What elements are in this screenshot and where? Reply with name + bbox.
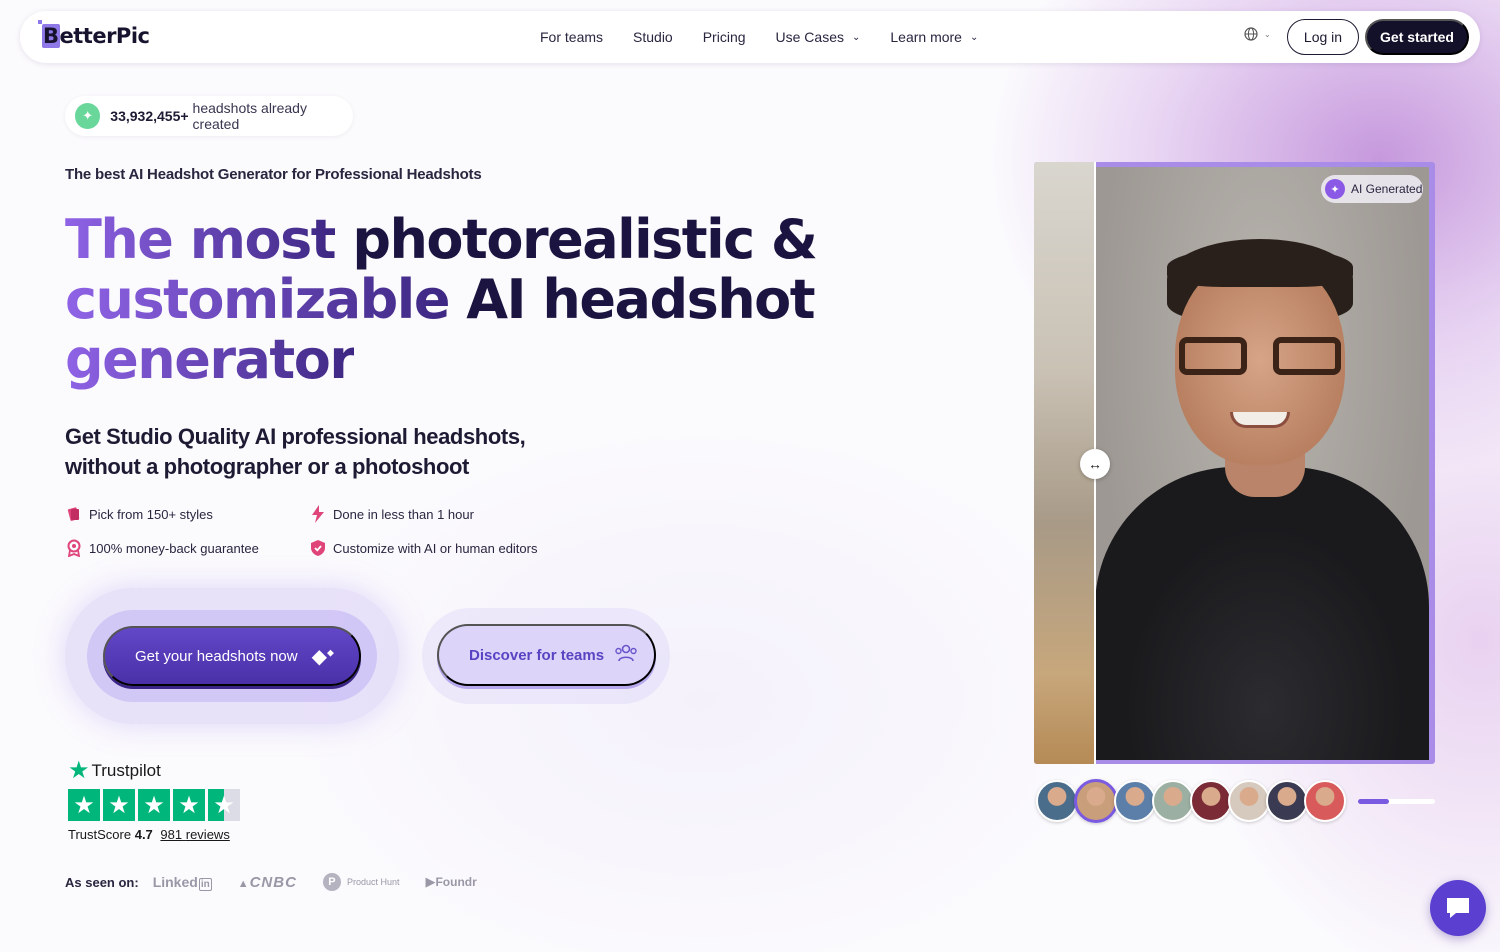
feature-speed: Done in less than 1 hour — [309, 505, 474, 523]
arrows-horizontal-icon: ↔ — [1088, 456, 1102, 472]
as-seen-on-label: As seen on: — [65, 874, 139, 890]
headline-line3-accent: generator — [65, 328, 356, 391]
language-selector[interactable]: ⌄ — [1244, 27, 1271, 41]
rating-star-icon: ★ — [138, 789, 170, 821]
rating-star-icon: ★ — [103, 789, 135, 821]
palette-icon — [65, 505, 83, 523]
headshot-thumbnails — [1036, 779, 1346, 823]
discover-teams-label: Discover for teams — [469, 646, 605, 664]
chat-support-button[interactable] — [1430, 880, 1486, 936]
headshot-thumbnail[interactable] — [1190, 780, 1232, 822]
sparkle-diamond-icon: ◆◆ — [311, 645, 334, 668]
trustpilot-star-icon: ★ — [68, 757, 90, 784]
feature-guarantee-label: 100% money-back guarantee — [89, 540, 259, 556]
linkedin-logo-text: Linked — [152, 874, 198, 890]
headshot-thumbnail[interactable] — [1228, 780, 1270, 822]
headshots-counter-pill: ✦ 33,932,455+ headshots already created — [65, 96, 353, 136]
globe-icon — [1244, 27, 1258, 41]
nav-studio[interactable]: Studio — [633, 29, 673, 45]
nav-links: For teams Studio Pricing Use Cases ⌄ Lea… — [540, 11, 1008, 63]
lightning-icon — [309, 505, 327, 523]
feature-styles: Pick from 150+ styles — [65, 505, 213, 523]
reviews-label: reviews — [185, 827, 230, 842]
subheadline-line2: without a photographer or a photoshoot — [65, 454, 469, 479]
hero-subheadline: Get Studio Quality AI professional heads… — [65, 422, 585, 482]
get-headshots-label: Get your headshots now — [135, 647, 298, 665]
cnbc-logo-text: CNBC — [249, 873, 297, 891]
betterpic-logo[interactable]: BetterPic — [38, 20, 150, 52]
hero-eyebrow: The best AI Headshot Generator for Profe… — [65, 166, 482, 183]
headshot-thumbnail[interactable] — [1152, 780, 1194, 822]
linkedin-logo: Linked in — [152, 874, 212, 891]
nav-learn-more-label: Learn more — [890, 29, 962, 45]
nav-use-cases-dropdown[interactable]: Use Cases ⌄ — [776, 29, 861, 45]
login-button[interactable]: Log in — [1287, 19, 1359, 55]
ai-generated-photo — [1095, 167, 1429, 760]
trustpilot-rating-stars: ★ ★ ★ ★ ★ — [68, 789, 243, 821]
sparkle-icon: ✦ — [1325, 179, 1345, 199]
headline-line1-accent: The most — [65, 208, 337, 271]
trustscore-line: TrustScore 4.7 981 reviews — [68, 827, 243, 842]
logo-text-rest: etterPic — [59, 24, 150, 48]
product-hunt-logo-text: Product Hunt — [346, 877, 400, 887]
trustscore-value: 4.7 — [134, 827, 153, 842]
trustpilot-brand: Trustpilot — [91, 760, 161, 780]
rating-half-star-icon: ★ — [208, 789, 240, 821]
headshot-thumbnail[interactable] — [1074, 779, 1118, 823]
chat-bubble-icon — [1447, 898, 1469, 918]
product-hunt-logo: P Product Hunt — [322, 873, 400, 891]
team-people-icon — [614, 643, 638, 668]
trustpilot-logo: ★ Trustpilot — [68, 756, 243, 785]
headshots-count: 33,932,455+ — [110, 108, 189, 124]
foundr-logo-text: Foundr — [435, 875, 477, 889]
trustscore-label: TrustScore — [68, 827, 132, 842]
feature-speed-label: Done in less than 1 hour — [333, 506, 474, 522]
headshots-count-text: headshots already created — [192, 100, 307, 132]
headline-line2-accent: customizable — [65, 268, 450, 331]
comparison-slider-handle[interactable]: ↔ — [1080, 449, 1110, 479]
trustpilot-widget[interactable]: ★ Trustpilot ★ ★ ★ ★ ★ TrustScore 4.7 98… — [68, 756, 243, 842]
subheadline-line1: Get Studio Quality AI professional heads… — [65, 424, 526, 449]
hero-headline: The most photorealistic & customizable A… — [65, 210, 885, 390]
headshot-thumbnail[interactable] — [1036, 780, 1078, 822]
feature-guarantee: 100% money-back guarantee — [65, 539, 259, 557]
chevron-down-icon: ⌄ — [969, 31, 979, 43]
headshot-thumbnail[interactable] — [1304, 780, 1346, 822]
award-ribbon-icon — [65, 539, 83, 557]
ai-generated-label: AI Generated — [1351, 182, 1423, 196]
headline-line2-rest: AI headshot — [448, 268, 815, 331]
carousel-progress — [1358, 799, 1435, 804]
ai-generated-badge: ✦ AI Generated — [1321, 175, 1423, 203]
nav-pricing[interactable]: Pricing — [703, 29, 746, 45]
rating-star-icon: ★ — [68, 789, 100, 821]
feature-styles-label: Pick from 150+ styles — [89, 506, 213, 522]
reviews-count: 981 — [160, 827, 183, 842]
headline-line1-rest: photorealistic & — [335, 208, 818, 271]
chevron-down-icon: ⌄ — [851, 31, 861, 43]
feature-editing-label: Customize with AI or human editors — [333, 540, 538, 556]
as-seen-on-bar: As seen on: Linked in ▲CNBC P Product Hunt… — [65, 872, 503, 892]
foundr-logo: ▶Foundr — [425, 874, 477, 889]
nav-use-cases-label: Use Cases — [775, 29, 844, 45]
nav-learn-more-dropdown[interactable]: Learn more ⌄ — [890, 29, 978, 45]
shield-check-icon — [309, 539, 327, 557]
get-headshots-button[interactable]: Get your headshots now ◆◆ — [103, 626, 361, 686]
discover-teams-button[interactable]: Discover for teams — [437, 624, 656, 686]
rating-star-icon: ★ — [173, 789, 205, 821]
cnbc-logo: ▲CNBC — [237, 873, 297, 891]
trustpilot-reviews-link[interactable]: 981 reviews — [160, 827, 229, 842]
nav-for-teams[interactable]: For teams — [540, 29, 603, 45]
feature-editing: Customize with AI or human editors — [309, 539, 537, 557]
headshot-thumbnail[interactable] — [1114, 780, 1156, 822]
headshot-thumbnail[interactable] — [1266, 780, 1308, 822]
chevron-down-icon: ⌄ — [1264, 29, 1271, 39]
top-navbar: BetterPic For teams Studio Pricing Use C… — [20, 11, 1480, 63]
sparkle-icon: ✦ — [75, 103, 101, 129]
get-started-button[interactable]: Get started — [1365, 19, 1469, 55]
